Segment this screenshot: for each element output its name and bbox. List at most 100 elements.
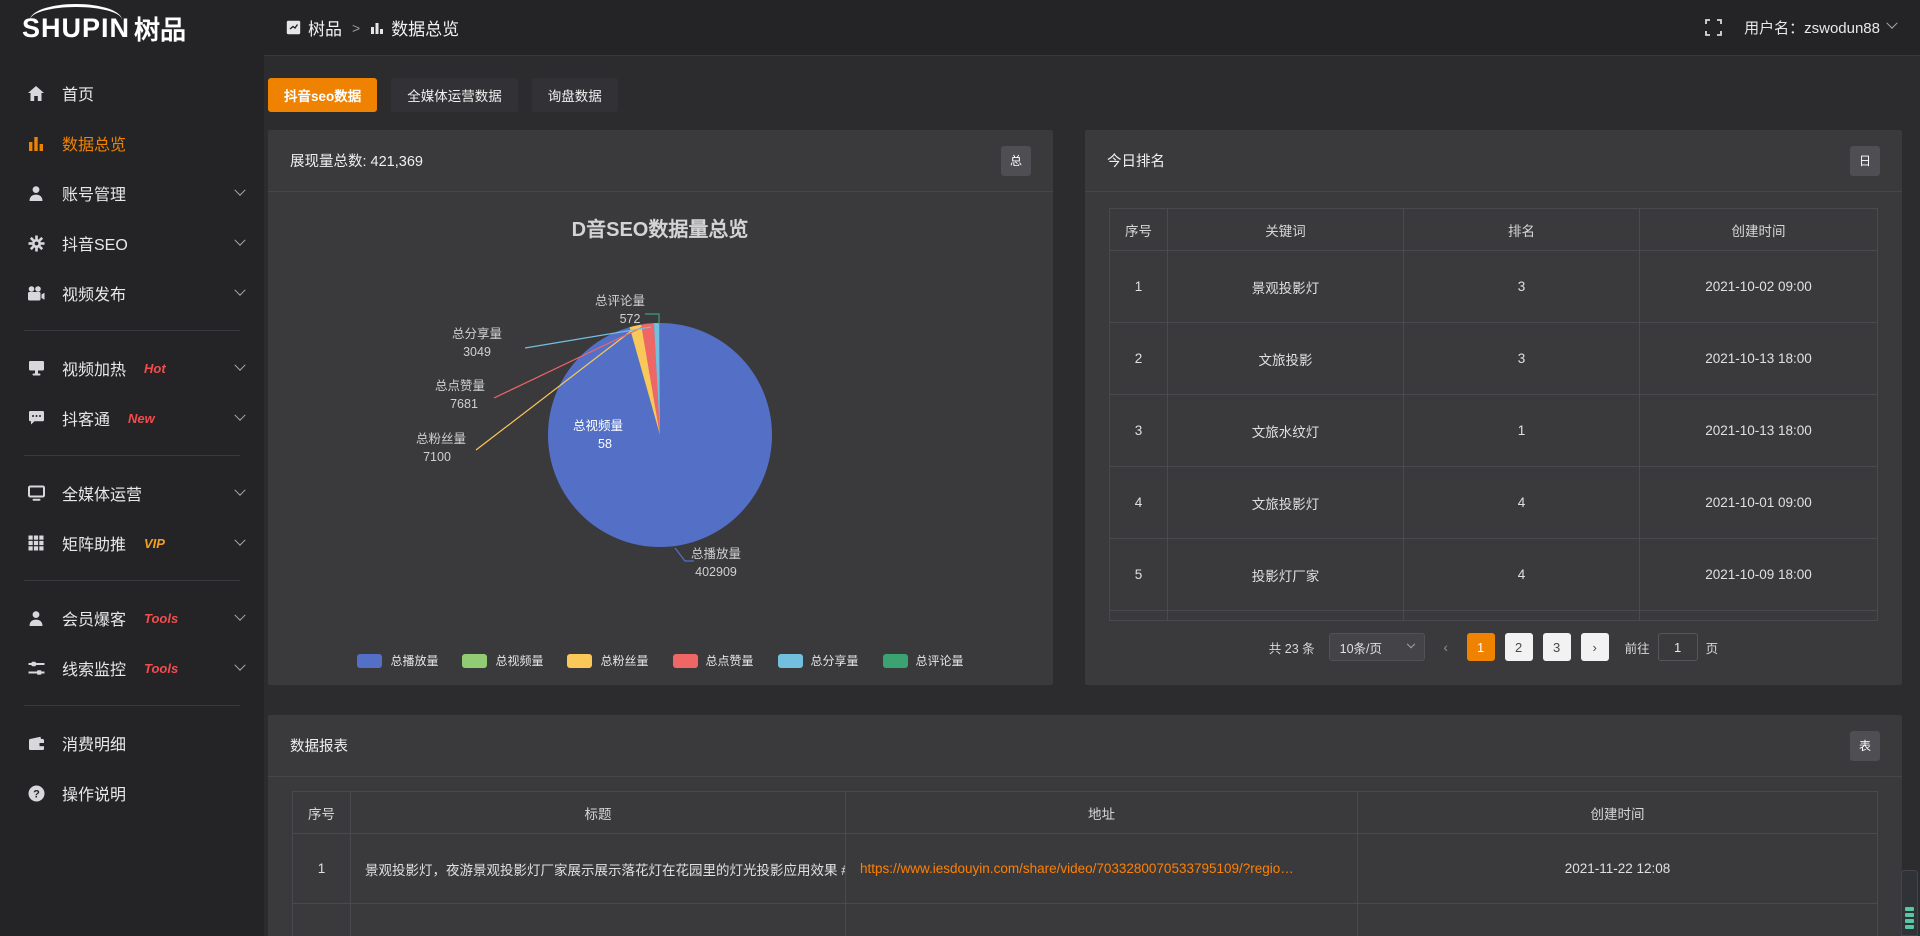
page-button-3[interactable]: 3 bbox=[1543, 633, 1571, 661]
legend-item[interactable]: 总粉丝量 bbox=[567, 652, 648, 669]
col-header-index: 序号 bbox=[1110, 209, 1168, 251]
tab-douyin-seo-data[interactable]: 抖音seo数据 bbox=[268, 78, 377, 112]
svg-text:总分享量: 总分享量 bbox=[452, 326, 502, 341]
floating-side-widget[interactable] bbox=[1901, 870, 1918, 936]
page-button-1[interactable]: 1 bbox=[1467, 633, 1495, 661]
cell-rank: 1 bbox=[1404, 395, 1640, 467]
table-badge-button[interactable]: 表 bbox=[1850, 731, 1880, 761]
sidebar-item-clue-monitor[interactable]: 线索监控 Tools bbox=[0, 643, 264, 693]
sidebar-item-label: 矩阵助推 bbox=[62, 531, 126, 555]
widget-bar bbox=[1905, 919, 1914, 923]
sidebar-item-data-overview[interactable]: 数据总览 bbox=[0, 118, 264, 168]
question-circle-icon: ? bbox=[26, 784, 46, 802]
legend-swatch bbox=[357, 654, 382, 668]
pie-chart-svg[interactable]: D音SEO数据量总览总播放量402909总视频量58总粉丝量7100总点赞量76… bbox=[268, 192, 1053, 632]
sidebar-item-member-baoke[interactable]: 会员爆客 Tools bbox=[0, 593, 264, 643]
pie-chart[interactable]: D音SEO数据量总览总播放量402909总视频量58总粉丝量7100总点赞量76… bbox=[268, 192, 1053, 685]
menu-divider bbox=[24, 455, 240, 456]
report-table: 序号 标题 地址 创建时间 1 景观投影灯，夜游景观投影灯厂家展示展示落花灯在花… bbox=[292, 791, 1878, 936]
sidebar-item-media-operation[interactable]: 全媒体运营 bbox=[0, 468, 264, 518]
svg-text:总评论量: 总评论量 bbox=[595, 294, 645, 308]
widget-bar bbox=[1905, 925, 1914, 929]
legend-label: 总播放量 bbox=[390, 652, 438, 669]
sidebar-item-video-heat[interactable]: 视频加热 Hot bbox=[0, 343, 264, 393]
legend-item[interactable]: 总分享量 bbox=[778, 652, 859, 669]
sidebar-item-label: 数据总览 bbox=[62, 131, 126, 155]
fullscreen-icon[interactable] bbox=[1705, 19, 1722, 36]
sidebar-item-consumption[interactable]: 消费明细 bbox=[0, 718, 264, 768]
svg-text:7681: 7681 bbox=[450, 397, 478, 411]
next-page-button[interactable]: › bbox=[1581, 633, 1609, 661]
overview-panel: 展现量总数: 421,369 总 D音SEO数据量总览总播放量402909总视频… bbox=[268, 130, 1053, 685]
goto-page-input[interactable] bbox=[1658, 633, 1698, 661]
chevron-down-icon bbox=[1406, 640, 1414, 648]
table-row-partial bbox=[1110, 611, 1878, 621]
chart-bar-icon bbox=[370, 21, 384, 35]
total-badge-button[interactable]: 总 bbox=[1001, 146, 1031, 176]
sidebar-item-douyin-seo[interactable]: 抖音SEO bbox=[0, 218, 264, 268]
tab-inquiry-data[interactable]: 询盘数据 bbox=[532, 78, 618, 112]
menu-divider bbox=[24, 705, 240, 706]
sidebar-item-video-publish[interactable]: 视频发布 bbox=[0, 268, 264, 318]
legend-label: 总视频量 bbox=[495, 652, 543, 669]
chevron-down-icon bbox=[234, 185, 245, 196]
table-row: 1 景观投影灯 3 2021-10-02 09:00 bbox=[1110, 251, 1878, 323]
page-square-icon bbox=[286, 20, 301, 35]
svg-text:总点赞量: 总点赞量 bbox=[435, 379, 485, 393]
video-link[interactable]: https://www.iesdouyin.com/share/video/70… bbox=[860, 861, 1294, 876]
cell-created: 2021-10-13 18:00 bbox=[1640, 395, 1878, 467]
sidebar-item-label: 消费明细 bbox=[62, 731, 126, 755]
col-header-title: 标题 bbox=[351, 792, 846, 834]
user-menu[interactable]: 用户名：zswodun88 bbox=[1744, 17, 1896, 38]
tab-media-operation-data[interactable]: 全媒体运营数据 bbox=[391, 78, 518, 112]
legend-item[interactable]: 总播放量 bbox=[357, 652, 438, 669]
sidebar-item-label: 首页 bbox=[62, 81, 94, 105]
col-header-url: 地址 bbox=[846, 792, 1358, 834]
sidebar-item-label: 全媒体运营 bbox=[62, 481, 142, 505]
report-panel: 数据报表 表 序号 标题 地址 创建时间 1 景观 bbox=[268, 715, 1902, 936]
sidebar-item-label: 抖客通 bbox=[62, 406, 110, 430]
page-size-select[interactable]: 10条/页 bbox=[1329, 633, 1425, 661]
table-row: 1 景观投影灯，夜游景观投影灯厂家展示展示落花灯在花园里的灯光投影应用效果 # … bbox=[293, 834, 1878, 904]
chart-legend: 总播放量 总视频量 总粉丝量 总点赞量 总分享量 总评论量 bbox=[268, 652, 1053, 669]
chart-bar-icon bbox=[26, 134, 46, 152]
chevron-down-icon bbox=[234, 285, 245, 296]
sidebar-item-instructions[interactable]: ? 操作说明 bbox=[0, 768, 264, 818]
sidebar-menu: 首页 数据总览 账号管理 bbox=[0, 56, 264, 818]
legend-swatch bbox=[462, 654, 487, 668]
svg-text:402909: 402909 bbox=[695, 565, 737, 579]
menu-divider bbox=[24, 580, 240, 581]
cell-url: https://www.iesdouyin.com/share/video/70… bbox=[846, 834, 1358, 904]
legend-item[interactable]: 总点赞量 bbox=[673, 652, 754, 669]
legend-item[interactable]: 总视频量 bbox=[462, 652, 543, 669]
sidebar-item-account[interactable]: 账号管理 bbox=[0, 168, 264, 218]
cell-rank: 3 bbox=[1404, 251, 1640, 323]
day-badge-button[interactable]: 日 bbox=[1850, 146, 1880, 176]
legend-swatch bbox=[778, 654, 803, 668]
sidebar-item-douketong[interactable]: 抖客通 New bbox=[0, 393, 264, 443]
impressions-total: 展现量总数: 421,369 bbox=[290, 150, 423, 171]
page-button-2[interactable]: 2 bbox=[1505, 633, 1533, 661]
tab-bar: 抖音seo数据 全媒体运营数据 询盘数据 bbox=[268, 78, 1902, 112]
main-column: 树品 > 数据总览 用户名：zswodun88 抖音seo数据 bbox=[264, 0, 1920, 936]
breadcrumb-root[interactable]: 树品 bbox=[308, 15, 342, 40]
legend-item[interactable]: 总评论量 bbox=[883, 652, 964, 669]
cell-index: 1 bbox=[293, 834, 351, 904]
cell-keyword: 文旅投影灯 bbox=[1168, 467, 1404, 539]
cell-created: 2021-10-09 18:00 bbox=[1640, 539, 1878, 611]
ranking-panel: 今日排名 日 序号 关键词 排名 创建时间 bbox=[1085, 130, 1902, 685]
breadcrumb: 树品 > 数据总览 bbox=[286, 15, 459, 40]
sidebar-item-label: 视频发布 bbox=[62, 281, 126, 305]
widget-bar bbox=[1905, 913, 1914, 917]
report-panel-title: 数据报表 bbox=[290, 735, 348, 756]
cell-rank: 3 bbox=[1404, 323, 1640, 395]
svg-text:572: 572 bbox=[620, 312, 641, 326]
cell-created: 2021-10-02 09:00 bbox=[1640, 251, 1878, 323]
cell-title: 景观投影灯，夜游景观投影灯厂家展示展示落花灯在花园里的灯光投影应用效果 # bbox=[351, 834, 846, 904]
wallet-icon bbox=[26, 734, 46, 752]
goto-unit-label: 页 bbox=[1706, 638, 1719, 657]
sidebar-item-home[interactable]: 首页 bbox=[0, 68, 264, 118]
topbar-right: 用户名：zswodun88 bbox=[1705, 17, 1896, 38]
sidebar-item-matrix-boost[interactable]: 矩阵助推 VIP bbox=[0, 518, 264, 568]
prev-page-button[interactable]: ‹ bbox=[1435, 639, 1457, 655]
